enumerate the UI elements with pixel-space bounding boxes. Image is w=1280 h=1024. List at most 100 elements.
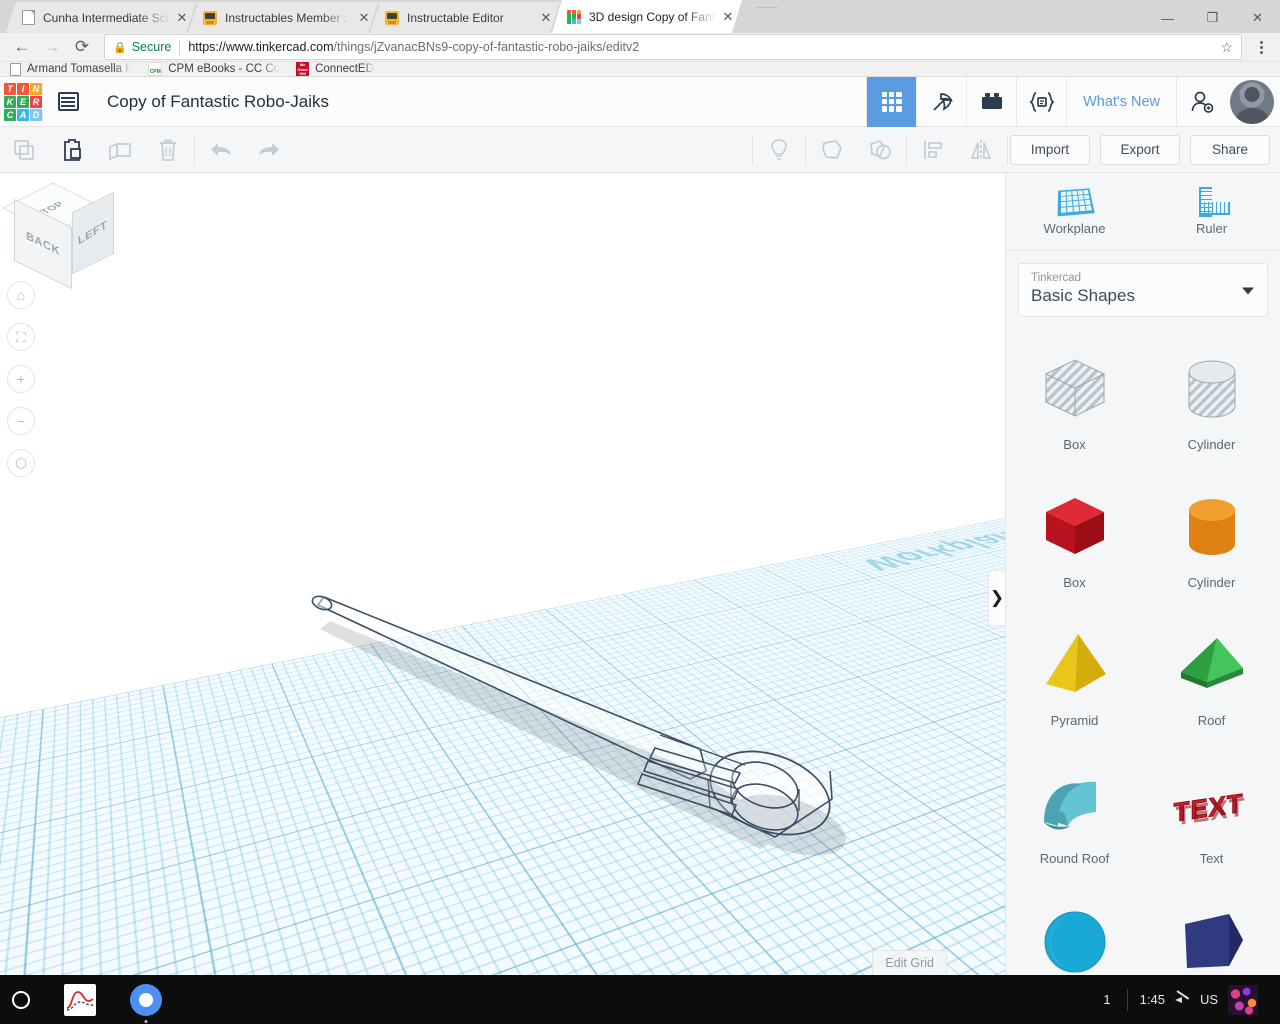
shape-item-box[interactable]: Box — [1006, 471, 1143, 609]
fit-to-view-button[interactable]: ⛶ — [7, 323, 35, 351]
whats-new-link[interactable]: What's New — [1066, 76, 1176, 127]
browser-tab-3-active[interactable]: 3D design Copy of Fanta ✕ — [552, 0, 742, 33]
cpm-icon: CPM — [148, 62, 163, 76]
workplane-grid[interactable]: Workplane — [0, 173, 1005, 1023]
shape-label: Cylinder — [1187, 437, 1236, 452]
group-shapes-icon[interactable] — [856, 127, 904, 173]
import-button[interactable]: Import — [1010, 134, 1090, 165]
toolbar-divider — [805, 134, 806, 165]
toolbar-divider — [194, 134, 195, 165]
zoom-in-button[interactable]: + — [7, 365, 35, 393]
bookmark-item-2[interactable]: Mc Graw Hill ConnectED — [296, 62, 374, 76]
tab-label: Cunha Intermediate Sch — [43, 10, 170, 25]
avatar[interactable] — [1230, 79, 1274, 124]
new-tab-button[interactable] — [748, 7, 778, 33]
tab-close-icon[interactable]: ✕ — [538, 10, 554, 26]
document-icon — [20, 10, 36, 26]
home-view-button[interactable]: ⌂ — [7, 281, 35, 309]
bookmark-item-0[interactable]: Armand Tomasella F — [10, 62, 133, 76]
minimize-button[interactable]: — — [1145, 0, 1190, 36]
desk-number[interactable]: 1 — [1087, 992, 1126, 1007]
shape-label: Box — [1063, 437, 1086, 452]
status-tray[interactable]: 1:45 US — [1128, 984, 1270, 1015]
tinkercad-icon — [566, 9, 582, 25]
workplane-helper-label: Workplane — [1043, 221, 1106, 236]
shape-item-round-roof[interactable]: Round Roof — [1006, 747, 1143, 885]
copy-icon[interactable] — [0, 127, 48, 173]
document-icon — [10, 62, 21, 76]
redo-arrow-icon[interactable] — [245, 127, 293, 173]
share-button[interactable]: Share — [1190, 134, 1270, 165]
paste-icon[interactable] — [48, 127, 96, 173]
add-person-icon[interactable] — [1176, 76, 1226, 127]
bookmark-item-1[interactable]: CPM CPM eBooks - CC Co — [148, 62, 280, 76]
zoom-out-button[interactable]: − — [7, 407, 35, 435]
ruler-helper-label: Ruler — [1195, 221, 1228, 236]
shape-library-select[interactable]: Tinkercad Basic Shapes — [1018, 263, 1268, 317]
shape-label: Roof — [1197, 713, 1226, 728]
tab-close-icon[interactable]: ✕ — [356, 10, 372, 26]
tinkercad-logo-icon[interactable]: TIN KER CAD — [4, 82, 42, 121]
back-button[interactable]: ← — [8, 33, 36, 61]
maximize-restore-button[interactable]: ❐ — [1190, 0, 1235, 36]
os-user-avatar[interactable] — [1228, 984, 1258, 1015]
launcher-circle-icon[interactable] — [12, 990, 30, 1009]
shape-icon[interactable] — [808, 127, 856, 173]
toolbar-divider — [906, 134, 907, 165]
lightbulb-icon[interactable] — [755, 127, 803, 173]
trash-icon[interactable] — [144, 127, 192, 173]
undo-arrow-icon[interactable] — [197, 127, 245, 173]
chrome-browser-icon[interactable] — [130, 983, 162, 1023]
clock-time: 1:45 — [1139, 992, 1165, 1007]
address-bar[interactable]: 🔒 Secure https://www.tinkercad.com /thin… — [104, 34, 1242, 60]
volume-muted-icon[interactable] — [1174, 993, 1190, 1007]
designs-grid-icon[interactable] — [866, 76, 917, 127]
blocks-brick-icon[interactable] — [966, 76, 1016, 127]
export-button[interactable]: Export — [1100, 134, 1180, 165]
shape-item-cylinder[interactable]: Cylinder — [1143, 471, 1280, 609]
tinkercad-app: TIN KER CAD Copy of Fantastic Robo-Jaiks — [0, 76, 1280, 1023]
workplane-helper-button[interactable]: Workplane — [1006, 173, 1143, 250]
chevron-down-icon — [1242, 287, 1254, 295]
edit-toolbar: Import Export Share — [0, 127, 1280, 173]
collapse-panel-handle[interactable]: ❯ — [988, 570, 1005, 626]
shape-item-pyramid[interactable]: Pyramid — [1006, 609, 1143, 747]
edit-grid-button[interactable]: Edit Grid — [872, 950, 947, 976]
ruler-helper-button[interactable]: Ruler — [1143, 173, 1280, 250]
forward-button[interactable]: → — [38, 33, 66, 61]
chrome-browser-window: Cunha Intermediate Sch ✕ Instructables M… — [0, 0, 1280, 1023]
duplicate-icon[interactable] — [96, 127, 144, 173]
tab-close-icon[interactable]: ✕ — [174, 10, 190, 26]
mirror-icon[interactable] — [957, 127, 1005, 173]
tab-label: Instructable Editor — [407, 10, 504, 25]
codeblocks-icon[interactable] — [1016, 76, 1066, 127]
reload-button[interactable]: ⟳ — [68, 33, 96, 61]
keyboard-layout-label: US — [1199, 992, 1218, 1007]
chart-app-icon[interactable] — [64, 983, 96, 1016]
3d-viewport[interactable]: Workplane TOP BACK LEFT ⌂ ⛶ + − ⬡ Edit G… — [0, 173, 1005, 1023]
shape-library-panel: Workplane Ruler Tinkercad Basic Shapes B… — [1005, 173, 1280, 1023]
polygon-icon — [1173, 895, 1251, 987]
shape-item-cylinder-hole[interactable]: Cylinder — [1143, 333, 1280, 471]
tinkercad-header: TIN KER CAD Copy of Fantastic Robo-Jaiks — [0, 76, 1280, 127]
browser-tab-1[interactable]: Instructables Member : 6 ✕ — [188, 2, 378, 33]
browser-tab-2[interactable]: Instructable Editor ✕ — [370, 2, 560, 33]
bookmark-label: Armand Tomasella F — [27, 63, 133, 75]
shape-item-box-hole[interactable]: Box — [1006, 333, 1143, 471]
box-icon — [1036, 481, 1114, 573]
header-right-tools: What's New — [866, 76, 1280, 127]
tab-close-icon[interactable]: ✕ — [720, 9, 736, 25]
browser-tab-0[interactable]: Cunha Intermediate Sch ✕ — [6, 2, 196, 33]
kebab-menu-icon[interactable] — [1250, 40, 1272, 54]
learn-pickaxe-icon[interactable] — [916, 76, 966, 127]
bookmark-star-icon[interactable]: ☆ — [1220, 39, 1233, 56]
shape-item-roof[interactable]: Roof — [1143, 609, 1280, 747]
shape-item-text[interactable]: TEXT TEXT Text — [1143, 747, 1280, 885]
project-list-button[interactable] — [43, 77, 93, 127]
close-window-button[interactable]: ✕ — [1235, 0, 1280, 36]
tab-label: 3D design Copy of Fanta — [589, 9, 716, 24]
perspective-toggle-button[interactable]: ⬡ — [7, 449, 35, 477]
align-icon[interactable] — [909, 127, 957, 173]
shelf-status: 1 1:45 US — [1087, 984, 1280, 1015]
view-cube[interactable]: TOP BACK LEFT — [2, 182, 114, 290]
